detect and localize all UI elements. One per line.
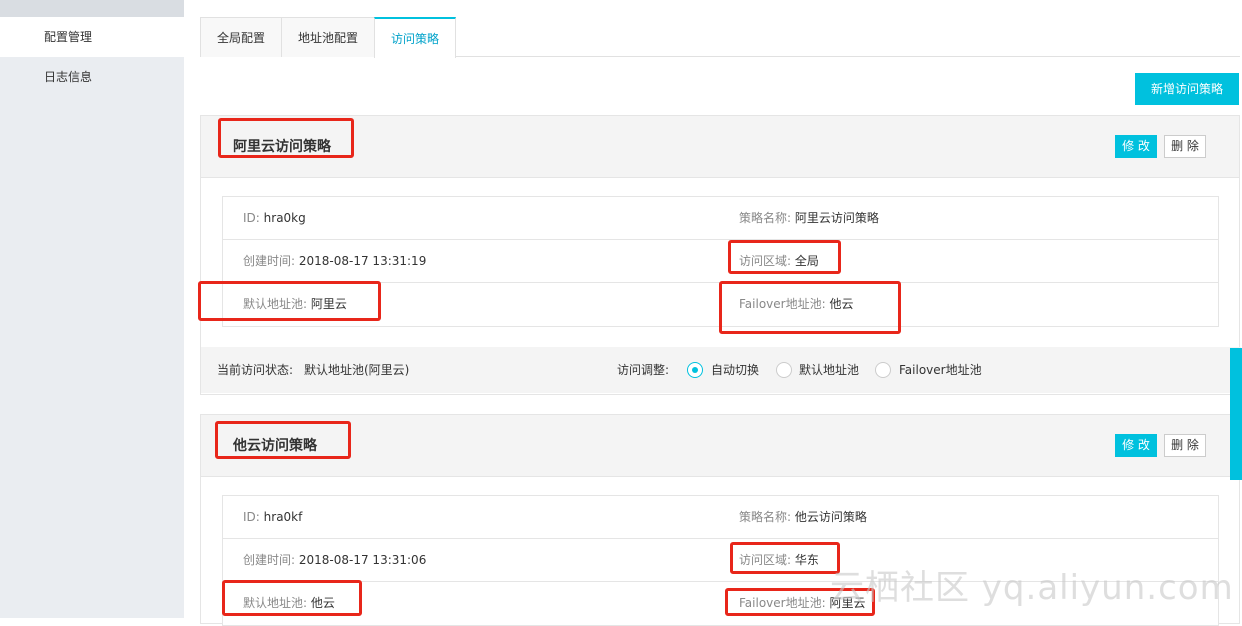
- highlight-box: [218, 118, 354, 158]
- delete-button[interactable]: 删 除: [1164, 434, 1206, 457]
- sidebar-item-config[interactable]: 配置管理: [0, 17, 184, 57]
- tab-bar: 全局配置 地址池配置 访问策略: [200, 17, 1240, 58]
- status-label: 当前访问状态:: [217, 363, 294, 377]
- edit-button[interactable]: 修 改: [1115, 135, 1157, 158]
- sidebar: 配置管理 日志信息: [0, 0, 184, 618]
- policy-card: 阿里云访问策略 修 改 删 除 ID: hra0kg 策略名称: 阿里云访问策略…: [200, 115, 1241, 395]
- policy-name: 策略名称: 阿里云访问策略: [739, 211, 879, 225]
- policy-card-header: 阿里云访问策略 修 改 删 除: [201, 116, 1239, 178]
- created-time: 创建时间: 2018-08-17 13:31:06: [243, 553, 427, 567]
- info-row: 创建时间: 2018-08-17 13:31:19 访问区域: 全局: [223, 240, 1218, 283]
- policy-card-header: 他云访问策略 修 改 删 除: [201, 415, 1239, 477]
- sidebar-top-strip: [0, 0, 184, 17]
- radio-default-pool[interactable]: [776, 362, 792, 378]
- status-value: 默认地址池(阿里云): [304, 363, 410, 377]
- adjust-label: 访问调整:: [617, 363, 670, 377]
- info-row: ID: hra0kf 策略名称: 他云访问策略: [223, 496, 1218, 539]
- tab-global-config[interactable]: 全局配置: [200, 17, 283, 57]
- policy-id: ID: hra0kf: [243, 510, 303, 524]
- highlight-box: [198, 281, 381, 321]
- policy-id: ID: hra0kg: [243, 211, 306, 225]
- highlight-box: [728, 240, 841, 274]
- radio-label-auto: 自动切换: [711, 363, 760, 377]
- watermark: 云栖社区 yq.aliyun.com: [830, 568, 1234, 608]
- edit-button[interactable]: 修 改: [1115, 434, 1157, 457]
- radio-auto-switch[interactable]: [687, 362, 703, 378]
- delete-button[interactable]: 删 除: [1164, 135, 1206, 158]
- sidebar-item-logs[interactable]: 日志信息: [0, 57, 184, 97]
- policy-name: 策略名称: 他云访问策略: [739, 510, 867, 524]
- add-policy-button[interactable]: 新增访问策略: [1135, 73, 1239, 105]
- floating-consult-tab[interactable]: [1230, 348, 1242, 480]
- access-status-bar: 当前访问状态: 默认地址池(阿里云) 访问调整: 自动切换 默认地址池 Fail…: [201, 347, 1241, 393]
- radio-label-default: 默认地址池: [799, 363, 860, 377]
- tab-address-pool-config[interactable]: 地址池配置: [281, 17, 376, 57]
- created-time: 创建时间: 2018-08-17 13:31:19: [243, 254, 427, 268]
- tab-access-policy[interactable]: 访问策略: [374, 17, 457, 58]
- radio-label-failover: Failover地址池: [899, 363, 982, 377]
- highlight-box: [730, 542, 840, 574]
- highlight-box: [215, 421, 351, 459]
- highlight-box: [719, 281, 901, 334]
- info-row: ID: hra0kg 策略名称: 阿里云访问策略: [223, 197, 1218, 240]
- radio-failover-pool[interactable]: [875, 362, 891, 378]
- highlight-box: [222, 580, 362, 616]
